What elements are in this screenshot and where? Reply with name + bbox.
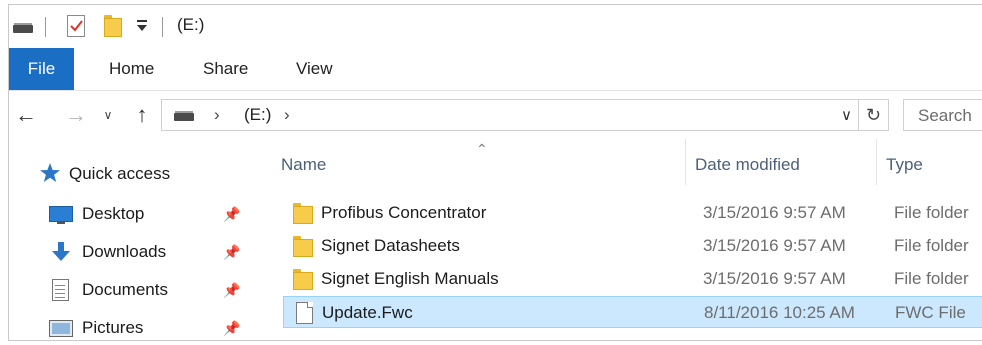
column-header-name[interactable]: Name (281, 155, 326, 175)
file-date-modified: 3/15/2016 9:57 AM (703, 203, 846, 222)
sort-ascending-icon: ⌃ (476, 141, 488, 157)
search-placeholder: Search (918, 106, 972, 125)
new-folder-icon[interactable] (104, 15, 122, 37)
folder-icon (293, 268, 313, 290)
file-name: Signet Datasheets (321, 236, 460, 255)
file-name: Signet English Manuals (321, 269, 499, 288)
title-bar: (E:) (9, 5, 982, 47)
file-date-modified: 3/15/2016 9:57 AM (703, 269, 846, 288)
file-name: Profibus Concentrator (321, 203, 487, 222)
file-date-modified: 3/15/2016 9:57 AM (703, 236, 846, 255)
file-row[interactable]: Signet English Manuals 3/15/2016 9:57 AM… (283, 263, 982, 295)
file-type: File folder (894, 203, 969, 222)
file-icon (294, 302, 314, 324)
drive-icon (174, 111, 194, 121)
tab-home[interactable]: Home (109, 48, 154, 90)
customize-toolbar-dropdown-icon[interactable] (135, 17, 149, 35)
tab-file[interactable]: File (9, 48, 74, 90)
sidebar-item-label: Quick access (69, 164, 171, 183)
drive-icon[interactable] (13, 23, 33, 33)
tab-share[interactable]: Share (203, 48, 248, 90)
pin-icon[interactable]: 📌 (223, 206, 240, 223)
downloads-icon (49, 241, 73, 263)
forward-arrow-icon[interactable]: → (65, 101, 87, 129)
ribbon-divider (9, 90, 982, 91)
file-type: File folder (894, 236, 969, 255)
chevron-down-icon[interactable]: ∨ (841, 106, 852, 124)
sidebar-item-label: Downloads (82, 242, 167, 261)
file-type: File folder (894, 269, 969, 288)
star-icon (39, 162, 63, 184)
sidebar-item-documents[interactable]: Documents 📌 (9, 275, 259, 305)
folder-icon (293, 202, 313, 224)
sidebar-item-downloads[interactable]: Downloads 📌 (9, 237, 259, 267)
pin-icon[interactable]: 📌 (223, 244, 240, 261)
pin-icon[interactable]: 📌 (223, 282, 240, 299)
breadcrumb-drive[interactable]: (E:) (244, 105, 271, 125)
refresh-icon[interactable]: ↻ (859, 99, 889, 131)
pin-icon[interactable]: 📌 (223, 320, 240, 337)
column-header-type[interactable]: Type (886, 155, 923, 175)
sidebar-item-desktop[interactable]: Desktop 📌 (9, 199, 259, 229)
file-list: ⌃ Name Date modified Type Profibus Conce… (273, 139, 982, 340)
back-arrow-icon[interactable]: ← (13, 101, 39, 129)
explorer-window: (E:) File Home Share View ← → ∨ ↑ › (E:)… (8, 4, 982, 341)
navigation-bar: ← → ∨ ↑ › (E:) › ∨ ↻ Search (9, 93, 982, 139)
file-date-modified: 8/11/2016 10:25 AM (704, 303, 855, 322)
desktop-icon (49, 203, 73, 225)
documents-icon (49, 279, 73, 301)
search-input[interactable]: Search (903, 99, 982, 131)
recent-locations-chevron-icon[interactable]: ∨ (101, 101, 115, 129)
toolbar-separator (162, 17, 163, 37)
up-arrow-icon[interactable]: ↑ (129, 101, 155, 129)
folder-icon (293, 235, 313, 257)
file-row[interactable]: Profibus Concentrator 3/15/2016 9:57 AM … (283, 197, 982, 229)
sidebar-item-quick-access[interactable]: Quick access (9, 159, 259, 189)
ribbon-tabs: File Home Share View (9, 48, 982, 90)
address-bar[interactable]: › (E:) › ∨ (161, 99, 859, 131)
column-divider[interactable] (876, 139, 877, 185)
column-header-date-modified[interactable]: Date modified (695, 155, 800, 175)
chevron-right-icon[interactable]: › (214, 105, 220, 125)
tab-view[interactable]: View (296, 48, 333, 90)
window-title: (E:) (177, 15, 205, 34)
sidebar-item-label: Desktop (82, 204, 145, 223)
file-row-selected[interactable]: Update.Fwc 8/11/2016 10:25 AM FWC File (283, 296, 982, 328)
column-divider[interactable] (685, 139, 686, 185)
sidebar-item-pictures[interactable]: Pictures 📌 (9, 313, 259, 340)
sidebar-item-label: Documents (82, 280, 168, 299)
file-name: Update.Fwc (322, 303, 413, 322)
file-type: FWC File (895, 303, 966, 322)
sidebar-item-label: Pictures (82, 318, 144, 337)
properties-icon[interactable] (67, 15, 85, 37)
chevron-right-icon[interactable]: › (284, 105, 290, 125)
navigation-pane: Quick access Desktop 📌 Downloads 📌 Docum… (9, 145, 259, 340)
file-row[interactable]: Signet Datasheets 3/15/2016 9:57 AM File… (283, 230, 982, 262)
toolbar-separator (45, 17, 46, 37)
pictures-icon (49, 317, 73, 339)
